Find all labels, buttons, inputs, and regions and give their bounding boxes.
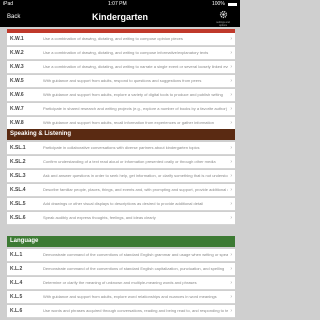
standard-row-k-l-4[interactable]: K.L.4 Determine or clarify the meaning of… — [7, 277, 235, 290]
standard-row-k-w-5[interactable]: K.W.5 With guidance and support from adul… — [7, 75, 235, 88]
standard-row-k-sl-4[interactable]: K.SL.4 Describe familiar people, places, … — [7, 184, 235, 197]
navigation-bar: Back Kindergarten settings and options — [0, 9, 240, 27]
standard-description: With guidance and support from adults, e… — [43, 294, 217, 299]
chevron-right-icon: › — [230, 294, 232, 300]
standard-description: Participate in collaborative conversatio… — [43, 145, 200, 150]
chevron-right-icon: › — [230, 78, 232, 84]
standard-description: Demonstrate command of the conventions o… — [43, 252, 228, 257]
carrier-label: iPad — [3, 1, 14, 7]
standard-description: Add drawings or other visual displays to… — [43, 201, 204, 206]
chevron-right-icon: › — [230, 308, 232, 314]
standard-code: K.W.7 — [10, 106, 24, 112]
chevron-right-icon: › — [230, 120, 232, 126]
standard-description: Demonstrate command of the conventions o… — [43, 266, 225, 271]
standard-code: K.SL.2 — [10, 159, 26, 165]
standard-code: K.L.5 — [10, 294, 23, 300]
standard-description: Describe familiar people, places, things… — [43, 187, 228, 192]
standard-description: Use words and phrases acquired through c… — [43, 308, 228, 313]
standard-row-k-w-2[interactable]: K.W.2 Use a combination of drawing, dicta… — [7, 47, 235, 60]
standard-code: K.L.6 — [10, 308, 23, 314]
chevron-right-icon: › — [230, 64, 232, 70]
standard-description: Speak audibly and express thoughts, feel… — [43, 215, 156, 220]
standard-row-k-sl-2[interactable]: K.SL.2 Confirm understanding of a text re… — [7, 156, 235, 169]
standard-description: Use a combination of drawing, dictating,… — [43, 36, 183, 41]
standard-description: Use a combination of drawing, dictating,… — [43, 50, 209, 55]
standard-row-k-w-1[interactable]: K.W.1 Use a combination of drawing, dicta… — [7, 33, 235, 46]
battery-icon — [228, 3, 237, 6]
standard-description: Confirm understanding of a text read alo… — [43, 159, 216, 164]
standard-code: K.W.6 — [10, 92, 24, 98]
chevron-right-icon: › — [230, 187, 232, 193]
standard-description: Determine or clarify the meaning of unkn… — [43, 280, 197, 285]
standard-code: K.L.1 — [10, 252, 23, 258]
standard-row-k-w-6[interactable]: K.W.6 With guidance and support from adul… — [7, 89, 235, 102]
speaking-section-header: Speaking & Listening — [7, 129, 235, 140]
page-title: Kindergarten — [91, 12, 148, 22]
chevron-right-icon: › — [230, 173, 232, 179]
standard-row-k-sl-6[interactable]: K.SL.6 Speak audibly and express thoughts… — [7, 212, 235, 225]
standard-code: K.W.5 — [10, 78, 24, 84]
chevron-right-icon: › — [230, 252, 232, 258]
chevron-right-icon: › — [230, 159, 232, 165]
gear-icon — [219, 10, 228, 19]
standard-row-k-sl-3[interactable]: K.SL.3 Ask and answer questions in order … — [7, 170, 235, 183]
chevron-right-icon: › — [230, 106, 232, 112]
standard-description: With guidance and support from adults, r… — [43, 78, 202, 83]
standard-row-k-l-1[interactable]: K.L.1 Demonstrate command of the conventi… — [7, 249, 235, 262]
standard-description: Participate in shared research and writi… — [43, 106, 228, 111]
standard-row-k-w-7[interactable]: K.W.7 Participate in shared research and … — [7, 103, 235, 116]
settings-button[interactable]: settings and options — [215, 10, 231, 27]
chevron-right-icon: › — [230, 36, 232, 42]
standard-code: K.W.1 — [10, 36, 24, 42]
standard-code: K.SL.4 — [10, 187, 26, 193]
standard-row-k-w-3[interactable]: K.W.3 Use a combination of drawing, dicta… — [7, 61, 235, 74]
standard-row-k-sl-1[interactable]: K.SL.1 Participate in collaborative conve… — [7, 142, 235, 155]
status-bar: iPad 1:07 PM 100% — [0, 0, 240, 9]
standard-row-k-l-2[interactable]: K.L.2 Demonstrate command of the conventi… — [7, 263, 235, 276]
chevron-right-icon: › — [230, 50, 232, 56]
standard-code: K.W.3 — [10, 64, 24, 70]
chevron-right-icon: › — [230, 215, 232, 221]
standard-code: K.L.4 — [10, 280, 23, 286]
standard-code: K.W.2 — [10, 50, 24, 56]
standard-row-k-l-6[interactable]: K.L.6 Use words and phrases acquired thro… — [7, 305, 235, 318]
chevron-right-icon: › — [230, 280, 232, 286]
settings-caption: settings and options — [216, 21, 230, 27]
language-section-header: Language — [7, 236, 235, 247]
standard-code: K.SL.5 — [10, 201, 26, 207]
standard-description: With guidance and support from adults, r… — [43, 120, 214, 125]
clock: 1:07 PM — [108, 1, 127, 7]
standard-description: Ask and answer questions in order to see… — [43, 173, 228, 178]
chevron-right-icon: › — [230, 145, 232, 151]
chevron-right-icon: › — [230, 266, 232, 272]
standard-code: K.W.8 — [10, 120, 24, 126]
standard-row-k-l-5[interactable]: K.L.5 With guidance and support from adul… — [7, 291, 235, 304]
standard-code: K.SL.6 — [10, 215, 26, 221]
standard-row-k-sl-5[interactable]: K.SL.5 Add drawings or other visual displ… — [7, 198, 235, 211]
standard-code: K.L.2 — [10, 266, 23, 272]
standard-code: K.SL.3 — [10, 173, 26, 179]
standard-code: K.SL.1 — [10, 145, 26, 151]
standard-description: Use a combination of drawing, dictating,… — [43, 64, 228, 69]
standard-description: With guidance and support from adults, e… — [43, 92, 223, 97]
battery-label: 100% — [212, 1, 225, 7]
chevron-right-icon: › — [230, 201, 232, 207]
chevron-right-icon: › — [230, 92, 232, 98]
